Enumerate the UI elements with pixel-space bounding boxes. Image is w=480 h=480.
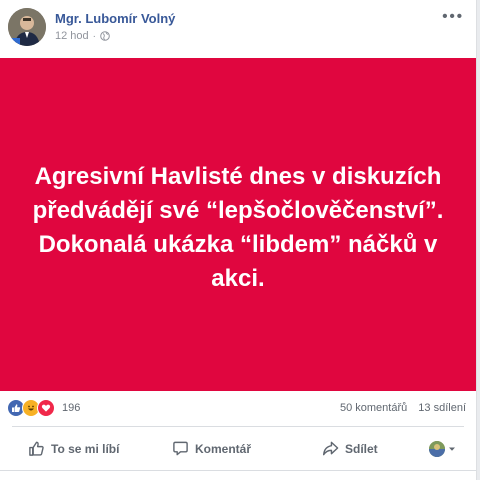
like-button[interactable]: To se mi líbí xyxy=(28,440,119,457)
author-name[interactable]: Mgr. Lubomír Volný xyxy=(55,11,175,26)
like-label: To se mi líbí xyxy=(51,441,120,456)
share-icon xyxy=(322,441,339,456)
post-actions: To se mi líbí Komentář Sdílet xyxy=(0,432,476,466)
like-icon xyxy=(29,441,44,456)
author-avatar[interactable] xyxy=(8,8,46,46)
comment-icon xyxy=(173,441,188,456)
page-avatar xyxy=(429,441,445,457)
love-reaction-icon xyxy=(37,399,55,417)
comments-count-link[interactable]: 50 komentářů xyxy=(340,402,407,414)
shares-count-link[interactable]: 13 sdílení xyxy=(418,402,466,414)
post-banner[interactable]: Agresivní Havlisté dnes v diskuzích před… xyxy=(0,58,476,391)
reaction-count: 196 xyxy=(62,402,81,414)
chevron-down-icon xyxy=(449,447,455,451)
actions-divider xyxy=(12,426,464,427)
post-meta: 12 hod · xyxy=(55,30,110,42)
comment-label: Komentář xyxy=(195,441,252,456)
share-button[interactable]: Sdílet xyxy=(322,440,378,457)
comment-button[interactable]: Komentář xyxy=(172,440,251,457)
reactions-summary[interactable]: 196 xyxy=(7,399,80,417)
post-as-selector[interactable] xyxy=(429,441,456,457)
banner-text: Agresivní Havlisté dnes v diskuzích před… xyxy=(32,162,444,292)
card-bottom-border xyxy=(0,470,476,471)
meta-separator: · xyxy=(92,30,96,42)
post-header: Mgr. Lubomír Volný 12 hod · ••• xyxy=(0,0,476,58)
globe-icon xyxy=(100,31,110,41)
post-card: Mgr. Lubomír Volný 12 hod · ••• Agresivn… xyxy=(0,0,477,480)
share-label: Sdílet xyxy=(345,441,378,456)
more-options-icon[interactable]: ••• xyxy=(442,8,464,25)
post-stats: 196 50 komentářů 13 sdílení xyxy=(0,396,476,422)
post-time[interactable]: 12 hod xyxy=(55,30,89,42)
avatar-image xyxy=(8,8,46,46)
engagement-counts: 50 komentářů 13 sdílení xyxy=(340,402,466,414)
